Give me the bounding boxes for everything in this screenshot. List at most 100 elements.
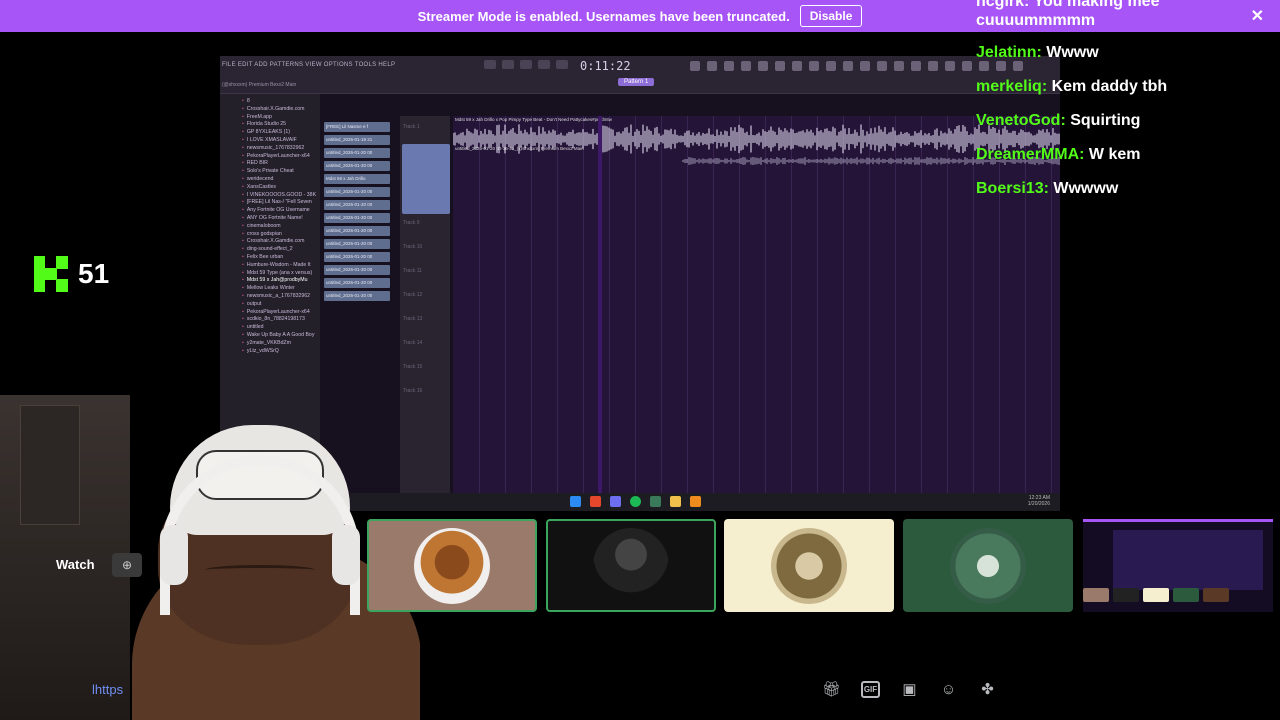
browser-item[interactable]: newsmusic_a_1767832962 [220, 293, 320, 301]
sticker-icon[interactable]: ▣ [900, 681, 919, 698]
mini-tile [1173, 588, 1199, 602]
browser-item[interactable]: cross godspian [220, 231, 320, 239]
tempo-icon [538, 60, 550, 69]
browser-item[interactable]: output [220, 301, 320, 309]
participant-tile-1[interactable] [367, 519, 537, 612]
fl-studio-icon [690, 496, 701, 507]
chat-input-link[interactable]: lhttps [92, 682, 123, 697]
channel-button[interactable]: untitled_2026-01-20 00 [324, 213, 390, 223]
chat-username[interactable]: merkeliq: [976, 78, 1047, 95]
chat-text: W kem [1088, 146, 1141, 163]
stream-preview-content [1113, 530, 1263, 590]
taskbar-icons [570, 496, 701, 507]
browser-item[interactable]: PekoraPlayerLauncher-x64 [220, 309, 320, 317]
browser-item[interactable]: XansCastles [220, 184, 320, 192]
browser-item[interactable]: FreeM.app [220, 114, 320, 122]
browser-item[interactable]: I LOVE XMASLAVAIF [220, 137, 320, 145]
participant-tile-4[interactable] [903, 519, 1073, 612]
chat-username[interactable]: Boersi13: [976, 180, 1049, 197]
browser-item[interactable]: ANY OG Fortnite Name! [220, 215, 320, 223]
browser-item[interactable]: Florida Studio 25 [220, 121, 320, 129]
browser-item[interactable]: y2mate_VKKBdZm [220, 340, 320, 348]
browser-item[interactable]: Mdst 59 Type (ana x versus) [220, 270, 320, 278]
browser-item[interactable]: Crosshair.X.Gamdie.com [220, 238, 320, 246]
watch-button[interactable]: Watch [56, 557, 95, 572]
browser-item[interactable]: GP 8YXLEAKS (1) [220, 129, 320, 137]
grid-line [869, 116, 870, 496]
participant-tile-2[interactable] [546, 519, 716, 612]
browser-item[interactable]: RED BIR [220, 160, 320, 168]
grid-line [739, 116, 740, 496]
screen: Streamer Mode is enabled. Usernames have… [0, 0, 1280, 720]
channel-button[interactable]: untitled_2026-01-19 21 [324, 135, 390, 145]
fl-toolbar: FILE EDIT ADD PATTERNS VIEW OPTIONS TOOL… [220, 56, 1060, 94]
track-name: Track 13 [403, 316, 423, 322]
channel-button[interactable]: Mdst 59 x Jah Drillo [324, 174, 390, 184]
cast-icon[interactable]: ⊕ [112, 553, 142, 577]
browser-item[interactable]: yLtz_vdWSrQ [220, 348, 320, 356]
avatar [950, 527, 1026, 604]
grid-line [531, 116, 532, 496]
tool-icon [758, 61, 768, 71]
browser-item[interactable]: Wake Up Baby A A Good Boy [220, 332, 320, 340]
browser-item[interactable]: untitled [220, 324, 320, 332]
channel-button[interactable]: untitled_2026-01-20 00 [324, 239, 390, 249]
channel-button[interactable]: untitled_2026-01-20 00 [324, 200, 390, 210]
browser-item[interactable]: cinemaloboom [220, 223, 320, 231]
browser-item[interactable]: 8 [220, 98, 320, 106]
stream-preview-tile[interactable] [1083, 519, 1273, 612]
channel-button[interactable]: untitled_2026-01-20 00 [324, 265, 390, 275]
playhead [598, 116, 602, 496]
tool-icon [945, 61, 955, 71]
tool-icon [843, 61, 853, 71]
metronome-icon [556, 60, 568, 69]
chat-username[interactable]: Jelatinn: [976, 44, 1042, 61]
apps-icon[interactable]: ✤ [978, 681, 997, 698]
browser-item[interactable]: newsmusic_1767832962 [220, 145, 320, 153]
browser-item[interactable]: Solo's Private Cheat [220, 168, 320, 176]
gift-icon[interactable]: 🎁︎ [822, 681, 841, 698]
browser-item[interactable]: scdkio_8n_78824198173 [220, 316, 320, 324]
track-name: Track 9 [403, 220, 420, 226]
fl-menu: FILE EDIT ADD PATTERNS VIEW OPTIONS TOOL… [222, 62, 396, 68]
gif-icon[interactable]: GIF [861, 681, 880, 698]
browser-item[interactable]: Crosshair.X.Gamdie.com [220, 106, 320, 114]
track-name: Track 16 [403, 388, 423, 394]
grid-line [661, 116, 662, 496]
browser-item[interactable]: [FREE] Lil Nas-/ "Fell Seven [220, 199, 320, 207]
channel-button[interactable]: untitled_2026-01-20 00 [324, 148, 390, 158]
browser-item[interactable]: Mellow Leaks Winter [220, 285, 320, 293]
chat-username[interactable]: VenetoGod: [976, 112, 1066, 129]
channel-button[interactable]: untitled_2026-01-20 00 [324, 161, 390, 171]
browser-item[interactable]: PekoraPlayerLauncher-x64 [220, 153, 320, 161]
channel-button[interactable]: untitled_2026-01-20 00 [324, 187, 390, 197]
channel-button[interactable]: untitled_2026-01-20 00 [324, 252, 390, 262]
browser-item[interactable]: Any Fortnite OG Username [220, 207, 320, 215]
browser-item[interactable]: I VINEKOOOOS.GOOD - 38K [220, 192, 320, 200]
tool-icon [962, 61, 972, 71]
avatar [593, 527, 669, 604]
browser-item[interactable]: Felix Bee urban [220, 254, 320, 262]
channel-button[interactable]: untitled_2026-01-20 00 [324, 278, 390, 288]
record-icon [520, 60, 532, 69]
browser-item[interactable]: Humbure-Wisdom - Made It [220, 262, 320, 270]
browser-item[interactable]: ding-sound-effect_2 [220, 246, 320, 254]
participant-tile-3[interactable] [724, 519, 894, 612]
door-panel [20, 405, 80, 525]
pattern-block [402, 144, 450, 214]
browser-item[interactable]: Mdst 59 x Jah@prodbyMu [220, 277, 320, 285]
channel-button[interactable]: untitled_2026-01-20 00 [324, 226, 390, 236]
emoji-icon[interactable]: ☺ [939, 681, 958, 698]
browser-item[interactable]: weridecend [220, 176, 320, 184]
track-name: Track 11 [403, 268, 422, 274]
channel-button[interactable]: [FREE] Lil Nasme e f [324, 122, 390, 132]
windows-taskbar: 12:23 AM 1/20/2026 [350, 493, 1060, 511]
grid-line [765, 116, 766, 496]
tool-icon [792, 61, 802, 71]
grid-line [687, 116, 688, 496]
channel-button[interactable]: untitled_2026-01-20 00 [324, 291, 390, 301]
chat-username[interactable]: DreamerMMA: [976, 146, 1084, 163]
tool-icon [707, 61, 717, 71]
disable-button[interactable]: Disable [799, 5, 863, 27]
grid-line [947, 116, 948, 496]
